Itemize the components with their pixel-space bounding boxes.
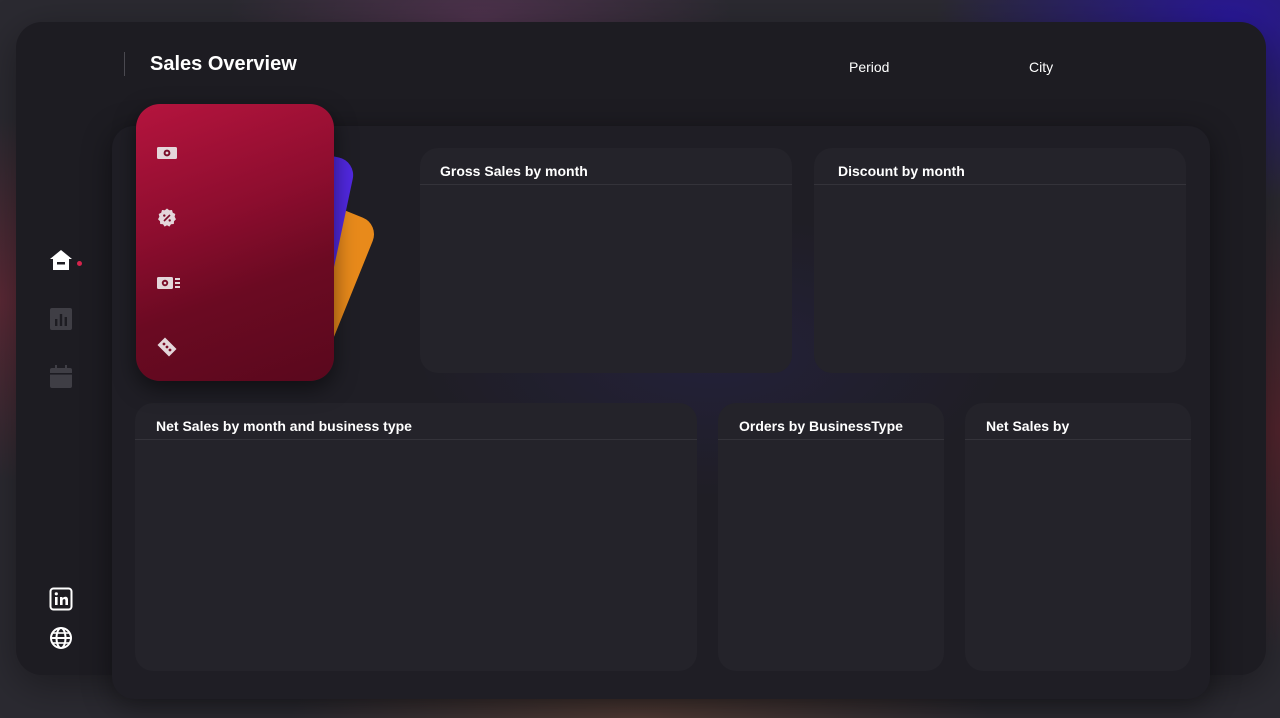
divider (718, 439, 944, 440)
net-sales-icon (157, 277, 180, 289)
active-nav-indicator (77, 261, 82, 266)
orders-business-title: Orders by BusinessType (739, 418, 903, 434)
home-icon[interactable] (49, 248, 73, 272)
discount-title: Discount by month (838, 163, 965, 179)
orders-business-visual[interactable]: Orders by BusinessType (718, 403, 944, 671)
globe-icon[interactable] (49, 626, 73, 650)
page-title: Sales Overview (150, 53, 297, 75)
gross-sales-title: Gross Sales by month (440, 163, 588, 179)
kpi-card[interactable] (136, 104, 334, 381)
calendar-icon[interactable] (49, 365, 73, 389)
bar-chart-icon[interactable] (49, 307, 73, 331)
gross-sales-visual[interactable]: Gross Sales by month (420, 148, 792, 373)
discount-icon (158, 208, 176, 227)
city-filter[interactable]: City (1029, 59, 1053, 75)
ticket-icon (157, 337, 177, 357)
net-sales-by-title: Net Sales by (986, 418, 1070, 434)
net-sales-by-visual[interactable]: Net Sales by (965, 403, 1191, 671)
net-sales-business-visual[interactable]: Net Sales by month and business type (135, 403, 697, 671)
discount-visual[interactable]: Discount by month (814, 148, 1186, 373)
period-filter[interactable]: Period (849, 59, 889, 75)
linkedin-icon[interactable] (49, 587, 73, 611)
divider (420, 184, 792, 185)
header-divider (124, 52, 125, 76)
cash-icon (157, 147, 177, 159)
net-sales-business-title: Net Sales by month and business type (156, 418, 412, 434)
divider (135, 439, 697, 440)
divider (965, 439, 1191, 440)
divider (814, 184, 1186, 185)
